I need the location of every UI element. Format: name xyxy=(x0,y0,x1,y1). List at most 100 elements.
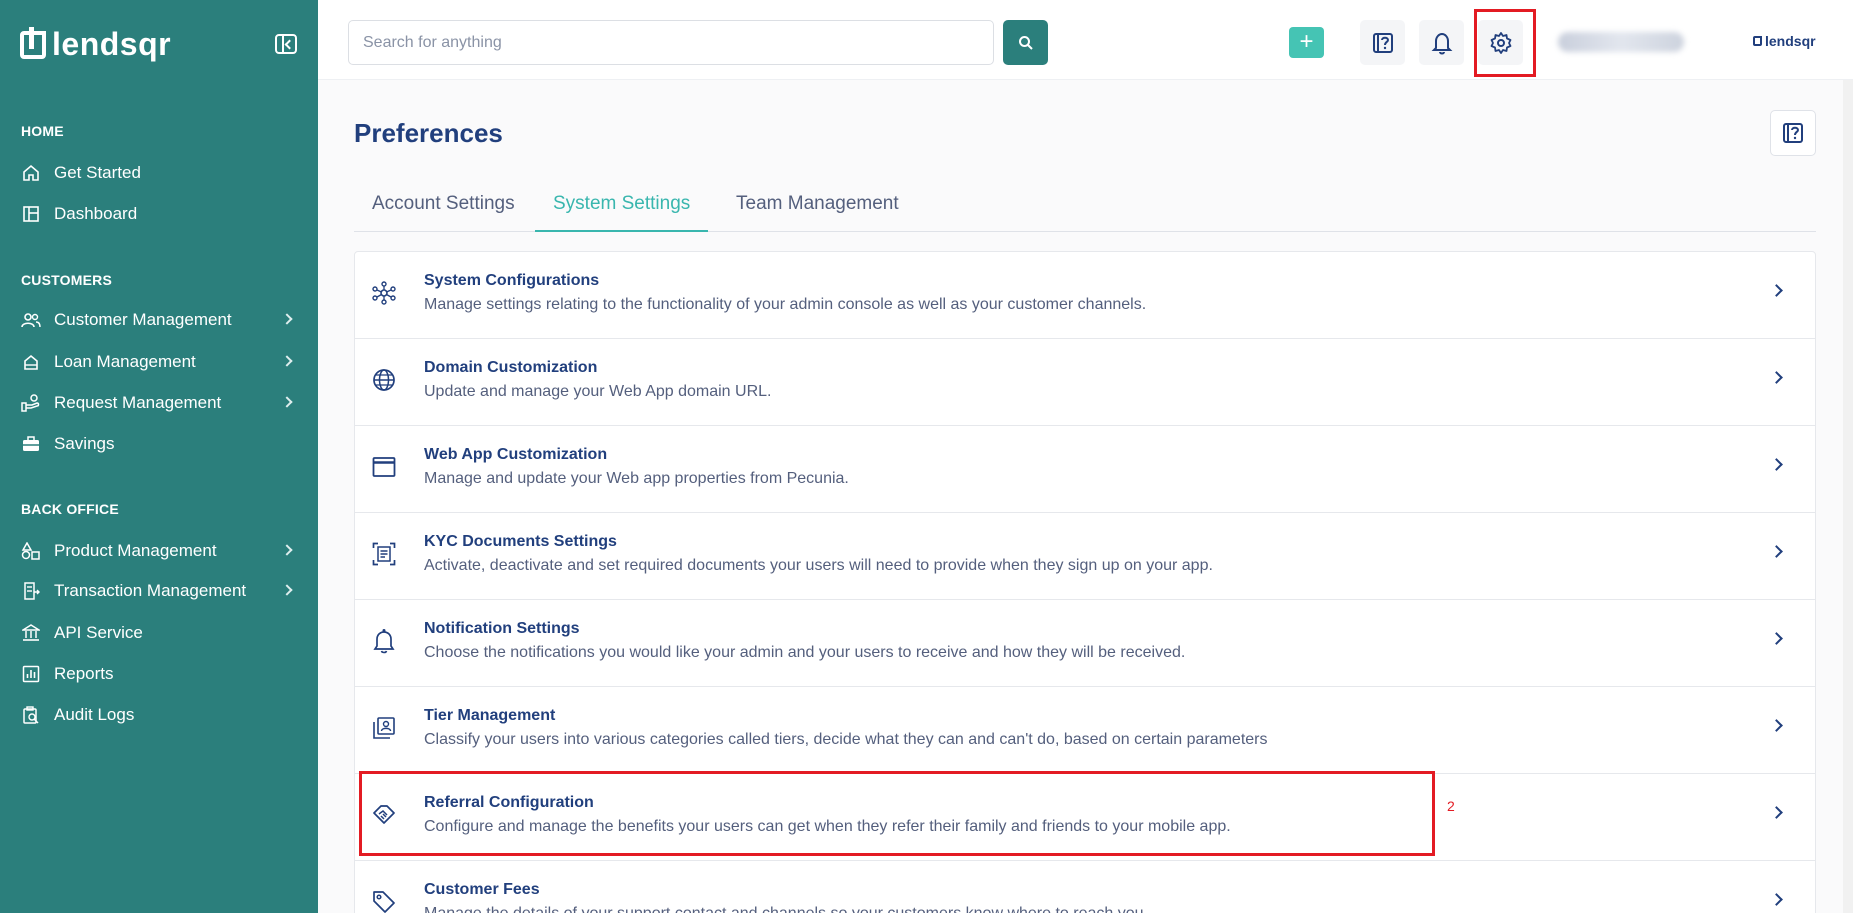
help-book-icon xyxy=(1372,32,1393,53)
page-help-button[interactable] xyxy=(1770,110,1816,156)
document-scan-icon xyxy=(371,541,397,567)
help-book-icon xyxy=(1783,123,1803,143)
tab-team-management[interactable]: Team Management xyxy=(718,180,917,232)
add-button[interactable]: + xyxy=(1289,27,1324,58)
chevron-right-icon xyxy=(1770,458,1783,471)
sidebar-item-label: Reports xyxy=(54,664,114,683)
loan-icon xyxy=(21,352,41,372)
annotation-label-2: 2 xyxy=(1447,798,1455,814)
setting-row-tier-management[interactable]: Tier Management Classify your users into… xyxy=(355,687,1815,774)
setting-row-notification-settings[interactable]: Notification Settings Choose the notific… xyxy=(355,600,1815,687)
request-icon xyxy=(21,393,41,413)
sidebar-item-label: Get Started xyxy=(54,163,141,182)
annotation-highlight-referral xyxy=(359,771,1435,856)
audit-icon xyxy=(21,705,41,725)
bell-icon xyxy=(371,628,397,654)
sidebar-item-reports[interactable]: Reports xyxy=(21,659,301,689)
chevron-right-icon xyxy=(1770,545,1783,558)
page-scrollbar[interactable] xyxy=(1843,80,1853,913)
setting-title: System Configurations xyxy=(424,272,600,289)
section-customers: CUSTOMERS xyxy=(21,272,112,288)
setting-row-web-app-customization[interactable]: Web App Customization Manage and update … xyxy=(355,426,1815,513)
sidebar-item-loan-management[interactable]: Loan Management xyxy=(21,347,301,377)
org-logo-mark-icon xyxy=(1753,36,1762,46)
sidebar-item-audit-logs[interactable]: Audit Logs xyxy=(21,700,301,730)
chevron-right-icon xyxy=(1770,371,1783,384)
search-icon xyxy=(1018,35,1033,50)
setting-title: Notification Settings xyxy=(424,620,580,637)
brand-name: lendsqr xyxy=(52,26,172,62)
users-icon xyxy=(21,310,41,330)
sidebar-item-label: Dashboard xyxy=(54,204,138,223)
bell-icon xyxy=(1431,32,1452,54)
chevron-right-icon xyxy=(1770,806,1783,819)
sidebar-item-label: Loan Management xyxy=(54,352,196,371)
sidebar-item-get-started[interactable]: Get Started xyxy=(21,158,301,188)
section-home: HOME xyxy=(21,123,64,139)
org-logo-text: lendsqr xyxy=(1765,33,1816,49)
setting-row-system-configurations[interactable]: System Configurations Manage settings re… xyxy=(355,252,1815,339)
section-back-office: BACK OFFICE xyxy=(21,501,119,517)
chevron-right-icon xyxy=(1770,632,1783,645)
sidebar-item-label: Customer Management xyxy=(54,310,232,329)
user-name-blurred[interactable] xyxy=(1558,32,1684,52)
dashboard-icon xyxy=(21,204,41,224)
savings-icon xyxy=(21,434,41,454)
setting-description: Choose the notifications you would like … xyxy=(424,644,1186,661)
preferences-tabs: Account Settings System Settings Team Ma… xyxy=(354,180,1816,232)
sidebar-item-customer-management[interactable]: Customer Management xyxy=(21,305,301,335)
tab-system-settings[interactable]: System Settings xyxy=(535,180,709,232)
setting-row-kyc-documents-settings[interactable]: KYC Documents Settings Activate, deactiv… xyxy=(355,513,1815,600)
sidebar-item-transaction-management[interactable]: Transaction Management xyxy=(21,576,301,606)
chevron-right-icon xyxy=(281,396,293,408)
chevron-right-icon xyxy=(1770,719,1783,732)
sidebar-item-api-service[interactable]: API Service xyxy=(21,618,301,648)
sidebar-item-product-management[interactable]: Product Management xyxy=(21,536,301,566)
sidebar-item-request-management[interactable]: Request Management xyxy=(21,388,301,418)
setting-title: Tier Management xyxy=(424,707,556,724)
search-button[interactable] xyxy=(1003,20,1048,65)
bank-icon xyxy=(21,623,41,643)
setting-description: Manage the details of your support conta… xyxy=(424,905,1148,913)
chevron-right-icon xyxy=(281,584,293,596)
setting-row-customer-fees[interactable]: Customer Fees Manage the details of your… xyxy=(355,861,1815,913)
setting-title: Customer Fees xyxy=(424,881,540,898)
sidebar-item-savings[interactable]: Savings xyxy=(21,429,301,459)
setting-title: KYC Documents Settings xyxy=(424,533,617,550)
sidebar-item-label: Request Management xyxy=(54,393,222,412)
annotation-highlight-settings xyxy=(1474,9,1536,77)
search-input[interactable] xyxy=(348,20,994,65)
chevron-right-icon xyxy=(1770,284,1783,297)
chevron-right-icon xyxy=(281,313,293,325)
setting-description: Activate, deactivate and set required do… xyxy=(424,557,1213,574)
chevron-right-icon xyxy=(281,544,293,556)
transaction-icon xyxy=(21,581,41,601)
setting-description: Classify your users into various categor… xyxy=(424,731,1268,748)
tab-account-settings[interactable]: Account Settings xyxy=(354,180,533,232)
chevron-right-icon xyxy=(1770,893,1783,906)
brand-logo[interactable]: lendsqr xyxy=(20,26,171,63)
tag-icon xyxy=(371,889,397,913)
page-title: Preferences xyxy=(354,118,503,148)
org-logo: lendsqr xyxy=(1753,33,1816,49)
notifications-button[interactable] xyxy=(1419,20,1464,65)
sidebar-item-label: Transaction Management xyxy=(54,581,247,600)
sidebar-item-label: Savings xyxy=(54,434,115,453)
setting-row-domain-customization[interactable]: Domain Customization Update and manage y… xyxy=(355,339,1815,426)
setting-description: Manage and update your Web app propertie… xyxy=(424,470,849,487)
sidebar-item-label: Product Management xyxy=(54,541,217,560)
reports-icon xyxy=(21,664,41,684)
setting-description: Manage settings relating to the function… xyxy=(424,296,1147,313)
window-icon xyxy=(371,454,397,480)
sidebar: lendsqr HOME Get Started Dashboard CUSTO… xyxy=(0,0,318,913)
globe-icon xyxy=(371,367,397,393)
top-bar: + lendsqr xyxy=(318,0,1853,80)
product-icon xyxy=(21,541,41,561)
setting-title: Domain Customization xyxy=(424,359,598,376)
help-button[interactable] xyxy=(1360,20,1405,65)
sidebar-collapse-icon[interactable] xyxy=(275,34,297,54)
sidebar-item-label: Audit Logs xyxy=(54,705,135,724)
tier-icon xyxy=(371,715,397,741)
home-icon xyxy=(21,163,41,183)
sidebar-item-dashboard[interactable]: Dashboard xyxy=(21,199,301,229)
